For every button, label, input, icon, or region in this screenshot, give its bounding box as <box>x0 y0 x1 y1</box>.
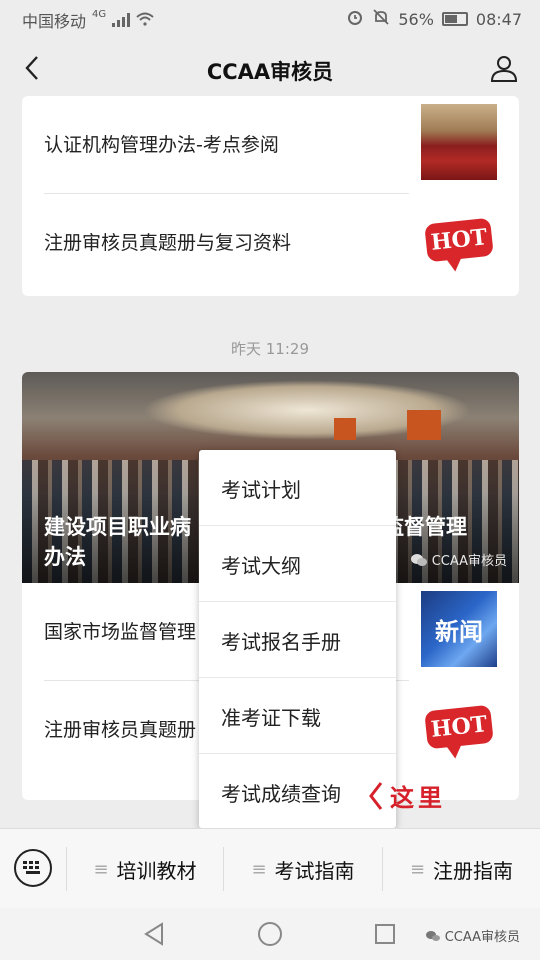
message-timestamp: 昨天 11:29 <box>231 340 309 358</box>
article-row[interactable]: 注册审核员真题册与复习资料 HOT <box>22 194 519 292</box>
menu-item-label: 考试成绩查询 <box>221 781 341 806</box>
keyboard-icon <box>23 861 40 874</box>
watermark: CCAA审核员 <box>425 926 520 945</box>
hero-title-part-a: 建设项目职业病 <box>44 515 191 539</box>
menu-item-label: 考试报名手册 <box>221 629 341 654</box>
menu-item-registration-handbook[interactable]: 考试报名手册 <box>199 602 396 678</box>
article-card-1: 认证机构管理办法-考点参阅 注册审核员真题册与复习资料 HOT <box>22 96 519 296</box>
hero-screen <box>334 418 356 440</box>
hot-thumbnail: HOT <box>421 202 497 278</box>
annotation-text: 这里 <box>390 783 446 812</box>
article-row[interactable]: 认证机构管理办法-考点参阅 <box>22 96 519 194</box>
wechat-icon <box>425 930 440 941</box>
article-title: 注册审核员真题册与复习资料 <box>44 232 292 254</box>
menu-item-label: 考试大纲 <box>221 553 301 578</box>
system-home-button[interactable] <box>256 920 284 948</box>
hero-source: CCAA审核员 <box>410 550 507 569</box>
menu-button-label: 注册指南 <box>433 858 514 883</box>
annotation: 这里 <box>368 778 446 813</box>
hot-badge-icon: HOT <box>424 217 494 263</box>
signal-icon <box>112 13 131 27</box>
article-title: 国家市场监督管理 <box>44 621 197 643</box>
status-bar: 中国移动 4G 56% 08:47 <box>0 0 540 36</box>
system-recents-button[interactable] <box>371 920 399 948</box>
hot-thumbnail: HOT <box>421 689 497 765</box>
triangle-back-icon <box>144 922 163 946</box>
hero-source-label: CCAA审核员 <box>431 554 507 569</box>
wifi-icon <box>136 11 154 30</box>
square-recents-icon <box>375 924 395 944</box>
battery-percent: 56% <box>398 9 434 29</box>
hero-screen <box>407 410 441 440</box>
menu-lines-icon: ≡ <box>251 858 267 880</box>
menu-item-exam-plan[interactable]: 考试计划 <box>199 450 396 526</box>
nav-bar: CCAA审核员 <box>0 36 540 102</box>
submenu-popup: 考试计划 考试大纲 考试报名手册 准考证下载 考试成绩查询 <box>199 450 396 828</box>
circle-home-icon <box>258 922 282 946</box>
menu-item-score-query[interactable]: 考试成绩查询 <box>199 754 396 830</box>
profile-icon <box>490 56 518 82</box>
alarm-icon <box>346 8 364 30</box>
network-label: 4G <box>92 8 107 20</box>
profile-button[interactable] <box>486 50 522 86</box>
menu-lines-icon: ≡ <box>93 858 109 880</box>
conference-thumbnail <box>421 104 497 180</box>
menu-lines-icon: ≡ <box>409 858 426 880</box>
wechat-icon <box>410 553 427 566</box>
menu-button-training[interactable]: ≡ 培训教材 <box>67 829 223 909</box>
menu-button-registration-guide[interactable]: ≡ 注册指南 <box>383 829 540 909</box>
article-title: 认证机构管理办法-考点参阅 <box>44 134 279 156</box>
menu-item-label: 考试计划 <box>221 477 301 502</box>
page-title: CCAA审核员 <box>206 60 334 84</box>
battery-icon <box>441 12 468 26</box>
watermark-label: CCAA审核员 <box>444 930 520 945</box>
left-arrow-icon <box>369 781 383 810</box>
mute-icon <box>372 8 390 30</box>
hot-badge-icon: HOT <box>424 704 494 750</box>
status-left: 中国移动 4G <box>22 8 154 32</box>
news-thumbnail: 新闻 <box>421 591 497 667</box>
bottom-menu-bar: ≡ 培训教材 ≡ 考试指南 ≡ 注册指南 <box>0 828 540 908</box>
keyboard-toggle-button[interactable] <box>14 849 52 887</box>
menu-button-exam-guide[interactable]: ≡ 考试指南 <box>224 829 382 909</box>
clock: 08:47 <box>475 9 522 29</box>
system-back-button[interactable] <box>140 920 168 948</box>
menu-item-label: 准考证下载 <box>221 705 321 730</box>
menu-button-label: 考试指南 <box>274 858 355 883</box>
system-nav-bar: CCAA审核员 <box>0 908 540 960</box>
menu-item-admission-ticket[interactable]: 准考证下载 <box>199 678 396 754</box>
menu-button-label: 培训教材 <box>116 858 197 883</box>
status-right: 56% 08:47 <box>346 8 522 30</box>
carrier-label: 中国移动 <box>22 12 87 31</box>
article-title: 注册审核员真题册 <box>44 719 197 741</box>
menu-item-exam-syllabus[interactable]: 考试大纲 <box>199 526 396 602</box>
